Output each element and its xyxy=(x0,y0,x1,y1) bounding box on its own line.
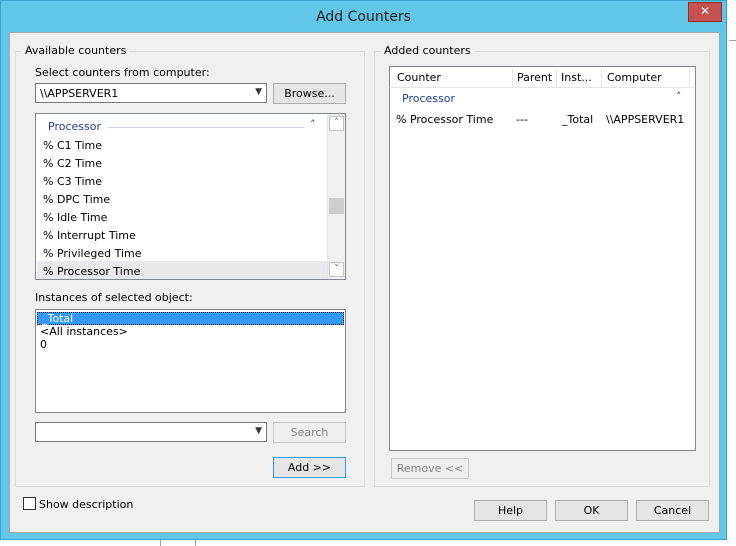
counters-scrollbar[interactable]: ˄ ˅ xyxy=(327,114,345,279)
column-header-counter[interactable]: Counter xyxy=(397,71,441,84)
search-combobox[interactable]: ▼ xyxy=(35,422,267,442)
scroll-thumb[interactable] xyxy=(329,198,344,214)
counter-item[interactable]: % C2 Time xyxy=(43,155,102,173)
ok-button[interactable]: OK xyxy=(555,500,628,521)
scroll-up-button[interactable]: ˄ xyxy=(329,116,344,131)
background-line xyxy=(195,540,196,546)
added-row-computer: \\APPSERVER1 xyxy=(606,113,685,126)
table-header: Counter Parent Inst... Computer xyxy=(391,68,694,88)
close-icon: ✕ xyxy=(699,4,711,18)
title-bar: Add Counters ✕ xyxy=(1,1,726,33)
object-header-processor[interactable]: Processor xyxy=(48,120,101,133)
add-counters-dialog: Add Counters ✕ Available counters Select… xyxy=(0,0,727,540)
dialog-title: Add Counters xyxy=(316,9,411,25)
show-description-label[interactable]: Show description xyxy=(39,498,133,511)
chevron-down-icon: ▼ xyxy=(255,87,262,97)
counter-item[interactable]: % C3 Time xyxy=(43,173,102,191)
column-header-computer[interactable]: Computer xyxy=(607,71,662,84)
object-header-divider xyxy=(108,127,304,128)
column-separator xyxy=(512,69,513,87)
select-computer-label: Select counters from computer: xyxy=(35,66,210,79)
collapse-caret-icon[interactable]: ˄ xyxy=(676,90,682,103)
instance-item[interactable]: _Total xyxy=(42,312,73,325)
counters-listbox[interactable]: Processor ˄ % C1 Time % C2 Time % C3 Tim… xyxy=(35,113,346,280)
show-description-checkbox[interactable] xyxy=(23,497,36,510)
background-line xyxy=(160,540,161,546)
counter-item[interactable]: % Interrupt Time xyxy=(43,227,136,245)
added-counters-table[interactable]: Counter Parent Inst... Computer Processo… xyxy=(389,66,696,451)
collapse-caret-icon[interactable]: ˄ xyxy=(310,118,316,131)
added-row-instance: _Total xyxy=(562,113,594,126)
close-button[interactable]: ✕ xyxy=(688,2,722,22)
column-header-parent[interactable]: Parent xyxy=(517,71,552,84)
instance-selection-highlight xyxy=(37,312,344,325)
instances-listbox[interactable]: _Total <All instances> 0 xyxy=(35,309,346,413)
column-header-instance[interactable]: Inst... xyxy=(561,71,592,84)
instances-label: Instances of selected object: xyxy=(35,291,193,304)
counter-item[interactable]: % DPC Time xyxy=(43,191,110,209)
added-counters-label: Added counters xyxy=(381,44,474,57)
search-button[interactable]: Search xyxy=(273,422,346,443)
add-button[interactable]: Add >> xyxy=(273,457,346,478)
counter-item[interactable]: % Processor Time xyxy=(43,263,140,281)
background-line xyxy=(729,40,736,41)
browse-button[interactable]: Browse... xyxy=(273,83,346,104)
scroll-down-button[interactable]: ˅ xyxy=(329,262,344,277)
computer-value: \\APPSERVER1 xyxy=(40,87,119,100)
added-row-counter[interactable]: % Processor Time xyxy=(396,113,493,126)
added-object-header-processor[interactable]: Processor xyxy=(402,92,455,105)
counter-item[interactable]: % Idle Time xyxy=(43,209,107,227)
column-separator xyxy=(689,69,690,87)
dialog-client-area: Available counters Select counters from … xyxy=(9,32,720,533)
column-separator xyxy=(556,69,557,87)
available-counters-label: Available counters xyxy=(22,44,130,57)
instance-item[interactable]: <All instances> xyxy=(40,325,128,338)
cancel-button[interactable]: Cancel xyxy=(636,500,709,521)
instance-item[interactable]: 0 xyxy=(40,338,47,351)
computer-combobox[interactable]: \\APPSERVER1 ▼ xyxy=(35,83,267,103)
counter-item[interactable]: % Privileged Time xyxy=(43,245,142,263)
added-row-parent: --- xyxy=(516,113,528,126)
chevron-down-icon: ▼ xyxy=(255,426,262,436)
counter-item[interactable]: % C1 Time xyxy=(43,137,102,155)
remove-button[interactable]: Remove << xyxy=(391,458,469,479)
column-separator xyxy=(601,69,602,87)
help-button[interactable]: Help xyxy=(474,500,547,521)
